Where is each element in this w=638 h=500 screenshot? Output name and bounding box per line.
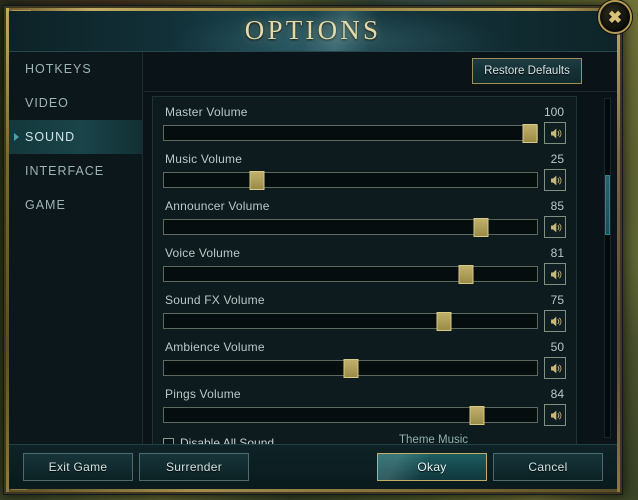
slider-label: Pings Volume (165, 387, 241, 401)
slider-value: 85 (550, 199, 564, 213)
slider-track[interactable] (163, 312, 538, 331)
volume-slider-row: Sound FX Volume 75 (163, 293, 566, 332)
slider-track[interactable] (163, 218, 538, 237)
sidebar-item-label: INTERFACE (25, 164, 105, 178)
slider-control-line (163, 310, 566, 332)
slider-header: Sound FX Volume 75 (163, 293, 566, 310)
dialog-titlebar: OPTIONS (9, 11, 617, 52)
slider-label: Voice Volume (165, 246, 241, 260)
slider-label: Music Volume (165, 152, 243, 166)
slider-track[interactable] (163, 406, 538, 425)
slider-value: 84 (550, 387, 564, 401)
dialog-button-bar: Exit Game Surrender Okay Cancel (9, 444, 617, 489)
okay-button[interactable]: Okay (377, 453, 487, 481)
slider-knob[interactable] (249, 171, 265, 190)
volume-sliders-list: Master Volume 100 Music Volume 25 Announcer … (163, 105, 566, 426)
volume-slider-row: Ambience Volume 50 (163, 340, 566, 379)
page-title: OPTIONS (244, 15, 382, 45)
disable-all-sound-label: Disable All Sound (180, 436, 275, 444)
slider-header: Master Volume 100 (163, 105, 566, 122)
speaker-icon[interactable] (544, 404, 566, 426)
speaker-icon[interactable] (544, 169, 566, 191)
volume-slider-row: Announcer Volume 85 (163, 199, 566, 238)
panel-bottom-row: Disable All Sound Theme Music Updated (163, 434, 566, 444)
slider-track[interactable] (163, 171, 538, 190)
volume-slider-row: Voice Volume 81 (163, 246, 566, 285)
speaker-icon[interactable] (544, 263, 566, 285)
slider-value: 75 (550, 293, 564, 307)
slider-knob[interactable] (522, 124, 538, 143)
slider-value: 25 (550, 152, 564, 166)
sound-settings-panel: Master Volume 100 Music Volume 25 Announcer … (152, 96, 577, 444)
game-screen: OPTIONS ✖ HOTKEYS VIDEO SOUND INTERFACE GAME… (0, 0, 638, 500)
slider-header: Announcer Volume 85 (163, 199, 566, 216)
slider-header: Voice Volume 81 (163, 246, 566, 263)
slider-header: Ambience Volume 50 (163, 340, 566, 357)
slider-control-line (163, 357, 566, 379)
cancel-button[interactable]: Cancel (493, 453, 603, 481)
content-header: Restore Defaults (144, 52, 617, 92)
volume-slider-row: Music Volume 25 (163, 152, 566, 191)
slider-track[interactable] (163, 265, 538, 284)
disable-all-sound-checkbox[interactable]: Disable All Sound (163, 434, 274, 444)
volume-slider-row: Pings Volume 84 (163, 387, 566, 426)
content-scrollbar-thumb[interactable] (605, 175, 610, 235)
sidebar-item-label: HOTKEYS (25, 62, 92, 76)
slider-control-line (163, 404, 566, 426)
frame-border-bottom (6, 489, 620, 492)
sidebar-item-hotkeys[interactable]: HOTKEYS (9, 52, 142, 86)
sidebar-item-video[interactable]: VIDEO (9, 86, 142, 120)
content-scroll-area: Master Volume 100 Music Volume 25 Announcer … (144, 92, 617, 444)
sidebar-item-label: VIDEO (25, 96, 69, 110)
speaker-icon[interactable] (544, 122, 566, 144)
slider-control-line (163, 169, 566, 191)
speaker-icon[interactable] (544, 216, 566, 238)
slider-knob[interactable] (343, 359, 358, 378)
surrender-button[interactable]: Surrender (139, 453, 249, 481)
slider-value: 81 (550, 246, 564, 260)
theme-music-group: Theme Music Updated (399, 434, 561, 444)
slider-label: Sound FX Volume (165, 293, 265, 307)
volume-slider-row: Master Volume 100 (163, 105, 566, 144)
speaker-icon[interactable] (544, 310, 566, 332)
slider-header: Music Volume 25 (163, 152, 566, 169)
slider-value: 50 (550, 340, 564, 354)
slider-knob[interactable] (473, 218, 489, 237)
slider-knob[interactable] (458, 265, 474, 284)
slider-label: Announcer Volume (165, 199, 270, 213)
sidebar-item-label: SOUND (25, 130, 76, 144)
slider-track[interactable] (163, 359, 538, 378)
slider-header: Pings Volume 84 (163, 387, 566, 404)
restore-defaults-button[interactable]: Restore Defaults (472, 58, 582, 84)
frame-border-right (617, 8, 620, 492)
settings-content: Restore Defaults Master Volume 100 Music V… (144, 52, 617, 444)
slider-label: Ambience Volume (165, 340, 265, 354)
slider-track[interactable] (163, 124, 538, 143)
slider-value: 100 (543, 105, 564, 119)
slider-control-line (163, 263, 566, 285)
slider-label: Master Volume (165, 105, 248, 119)
sidebar-item-label: GAME (25, 198, 66, 212)
theme-music-label: Theme Music (399, 434, 469, 444)
options-dialog: OPTIONS ✖ HOTKEYS VIDEO SOUND INTERFACE GAME… (4, 0, 632, 494)
slider-control-line (163, 122, 566, 144)
speaker-icon[interactable] (544, 357, 566, 379)
slider-knob[interactable] (436, 312, 452, 331)
slider-knob[interactable] (469, 406, 485, 425)
content-scrollbar-track[interactable] (604, 98, 611, 438)
sidebar-nav: HOTKEYS VIDEO SOUND INTERFACE GAME (9, 52, 143, 444)
sidebar-item-sound[interactable]: SOUND (9, 120, 142, 154)
sidebar-item-game[interactable]: GAME (9, 188, 142, 222)
exit-game-button[interactable]: Exit Game (23, 453, 133, 481)
close-x-icon: ✖ (607, 7, 623, 27)
active-marker-icon (14, 133, 19, 141)
slider-control-line (163, 216, 566, 238)
close-button[interactable]: ✖ (598, 0, 632, 34)
sidebar-item-interface[interactable]: INTERFACE (9, 154, 142, 188)
